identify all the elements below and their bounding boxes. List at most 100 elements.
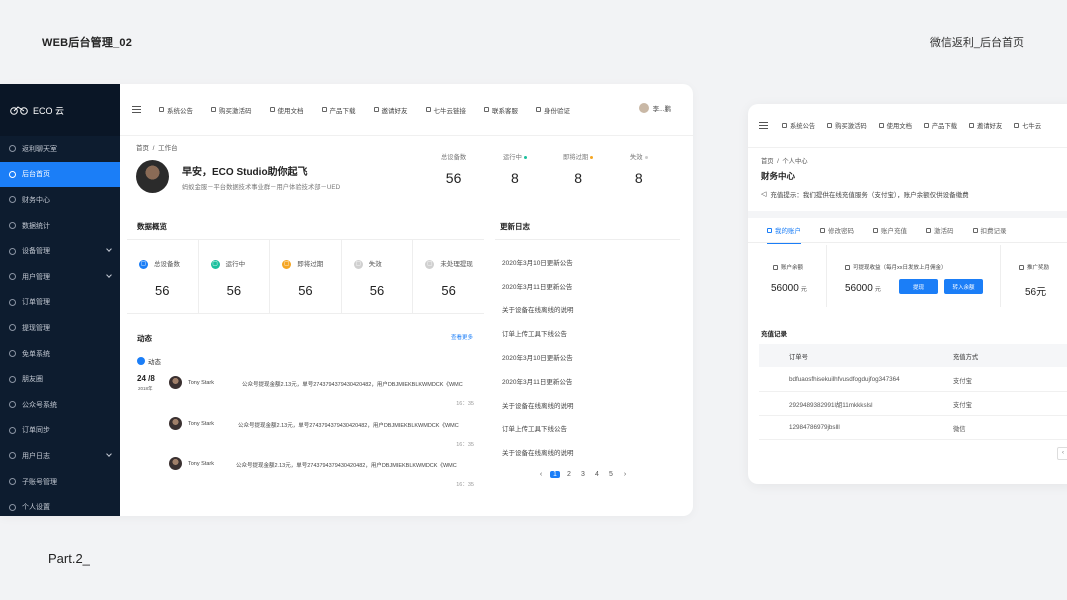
- tab-my-account[interactable]: 我的账户: [767, 218, 801, 244]
- sidebar-item-devices[interactable]: 设备管理: [0, 238, 120, 264]
- view-more-link[interactable]: 查看更多: [451, 333, 473, 341]
- chart-icon: [9, 222, 16, 230]
- activity-date: 24 /8: [137, 374, 155, 383]
- changelog-item[interactable]: 2020年3月10日更新公告: [502, 352, 573, 362]
- activity-tag: 动态: [137, 356, 161, 366]
- changelog-item[interactable]: 关于设备在线离线的说明: [502, 304, 574, 314]
- stat-running: 运行中 8: [503, 152, 527, 186]
- download-icon: [321, 107, 327, 112]
- sidebar-item-moments[interactable]: 朋友圈: [0, 366, 120, 392]
- nav-buy-code[interactable]: 购买激活码: [211, 105, 252, 115]
- table-row[interactable]: bdfuaosfhisekuilhfvusdfogdujfog347364 支付…: [759, 368, 1067, 392]
- page-1[interactable]: 1: [550, 471, 560, 478]
- changelog-item[interactable]: 关于设备在线离线的说明: [502, 400, 574, 410]
- money-icon: [845, 264, 850, 270]
- page-3[interactable]: 3: [578, 471, 588, 478]
- page-4[interactable]: 4: [592, 471, 602, 478]
- reward-card: 推广奖励 56元: [1001, 245, 1067, 307]
- sidebar-item-home[interactable]: 后台首页: [0, 161, 120, 188]
- nav-announcement[interactable]: 系统公告: [782, 121, 815, 130]
- pagination: ‹ 1 2 3 4 5 ›: [536, 471, 630, 478]
- dashboard-window: ECO 云 返利聊天室 后台首页 财务中心 数据统计 设备管理 用户管理 订单管…: [0, 84, 693, 516]
- download-icon: [923, 123, 929, 128]
- nav-docs[interactable]: 使用文档: [269, 105, 304, 115]
- nav-docs[interactable]: 使用文档: [878, 121, 912, 130]
- menu-toggle-icon[interactable]: [132, 106, 141, 113]
- sidebar-item-order-sync[interactable]: 订单同步: [0, 418, 120, 444]
- breadcrumb-home[interactable]: 首页: [136, 145, 149, 152]
- invite-icon: [373, 107, 379, 112]
- changelog-item[interactable]: 订单上传工具下线公告: [502, 423, 567, 433]
- nav-verify[interactable]: 身份验证: [536, 105, 570, 115]
- invalid-icon: ▢: [353, 259, 363, 269]
- presentation-header-right: 微信返利_后台首页: [929, 37, 1024, 49]
- nav-qiniu[interactable]: 七牛云链接: [425, 105, 466, 115]
- overview-card[interactable]: ▢ 即将过期 56: [270, 240, 342, 313]
- sidebar-item-free-order[interactable]: 免单系统: [0, 341, 120, 367]
- page-5[interactable]: 5: [606, 471, 616, 478]
- changelog-item[interactable]: 订单上传工具下线公告: [502, 328, 567, 338]
- sidebar-item-stats[interactable]: 数据统计: [0, 213, 120, 239]
- device-icon: [9, 247, 16, 255]
- sidebar-item-finance[interactable]: 财务中心: [0, 187, 120, 213]
- nav-support[interactable]: 联系客服: [484, 105, 518, 115]
- overview-card[interactable]: ▢ 运行中 56: [199, 240, 271, 313]
- withdraw-button[interactable]: 提现: [899, 279, 938, 294]
- nav-announcement[interactable]: 系统公告: [159, 105, 193, 115]
- changelog-item[interactable]: 2020年3月11日更新公告: [502, 376, 572, 386]
- sidebar-item-users[interactable]: 用户管理: [0, 264, 120, 290]
- nav-download[interactable]: 产品下载: [923, 121, 957, 130]
- sidebar-item-sub-accounts[interactable]: 子账号管理: [0, 469, 120, 495]
- sidebar-item-user-log[interactable]: 用户日志: [0, 443, 120, 469]
- status-dot: [523, 155, 527, 159]
- nav-qiniu[interactable]: 七牛云: [1014, 121, 1041, 130]
- changelog-item[interactable]: 2020年3月10日更新公告: [502, 257, 573, 267]
- announcement-icon: [159, 107, 164, 112]
- sidebar: ECO 云 返利聊天室 后台首页 财务中心 数据统计 设备管理 用户管理 订单管…: [0, 84, 120, 516]
- avatar: [169, 457, 182, 470]
- user-menu[interactable]: 李...鹏: [638, 103, 671, 113]
- overview-title: 数据概览: [137, 222, 167, 231]
- tab-recharge[interactable]: 账户充值: [873, 218, 907, 243]
- overview-card[interactable]: ▢ 总设备数 56: [127, 240, 199, 313]
- link-icon: [425, 107, 431, 112]
- key-icon: [926, 227, 931, 233]
- sidebar-item-withdraw[interactable]: 提现管理: [0, 315, 120, 341]
- nav-invite[interactable]: 邀请好友: [969, 121, 1002, 130]
- next-page-button[interactable]: ›: [620, 471, 630, 478]
- nav-invite[interactable]: 邀请好友: [373, 105, 408, 115]
- page-2[interactable]: 2: [564, 471, 574, 478]
- nav-buy-code[interactable]: 购买激活码: [827, 121, 867, 130]
- sidebar-item-chatroom[interactable]: 返利聊天室: [0, 136, 120, 162]
- overview-card[interactable]: ▢ 未处理提现 56: [413, 240, 484, 313]
- prev-page-button[interactable]: ‹: [1057, 447, 1067, 460]
- menu-toggle-icon[interactable]: [759, 122, 768, 129]
- help-icon: [878, 123, 884, 128]
- sidebar-item-orders[interactable]: 订单管理: [0, 290, 120, 316]
- withdraw-icon: [9, 324, 16, 332]
- chat-icon: [9, 145, 16, 153]
- table-row[interactable]: 2929489382991l胡11mkkkslsl 支付宝: [759, 392, 1067, 416]
- sidebar-item-official-account[interactable]: 公众号系统: [0, 392, 120, 418]
- transfer-button[interactable]: 转入余额: [944, 279, 983, 294]
- device-icon: ▢: [139, 259, 148, 269]
- tab-deduction-records[interactable]: 扣费记录: [972, 218, 1007, 243]
- avatar: [638, 103, 649, 113]
- table-row[interactable]: 12984786979jbslll 微信: [759, 416, 1067, 440]
- overview-card[interactable]: ▢ 失效 56: [342, 240, 414, 313]
- nav-download[interactable]: 产品下载: [321, 105, 356, 115]
- cart-icon: [211, 107, 216, 112]
- changelog-item[interactable]: 关于设备在线离线的说明: [502, 447, 574, 457]
- clock-icon: ▢: [282, 259, 292, 269]
- pending-icon: ▢: [425, 259, 435, 269]
- changelog-item[interactable]: 2020年3月11日更新公告: [502, 281, 572, 291]
- bicycle-icon: [10, 106, 28, 115]
- log-icon: [9, 452, 16, 460]
- lock-icon: [820, 227, 825, 233]
- sidebar-item-settings[interactable]: 个人设置: [0, 494, 120, 516]
- app-logo[interactable]: ECO 云: [0, 84, 120, 136]
- tab-change-password[interactable]: 修改密码: [820, 218, 854, 243]
- tab-activation-code[interactable]: 激活码: [926, 218, 954, 243]
- prev-page-button[interactable]: ‹: [536, 471, 546, 478]
- activity-year: 2018年: [138, 386, 153, 391]
